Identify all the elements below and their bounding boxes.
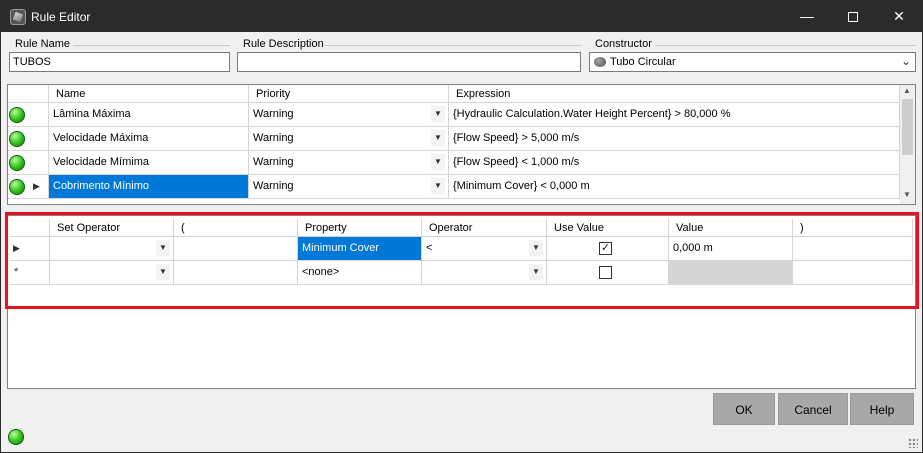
status-ok-icon xyxy=(9,179,25,195)
ok-button[interactable]: OK xyxy=(713,393,775,425)
rule-priority-cell[interactable]: Warning ▼ xyxy=(249,151,449,175)
rule-name-label: Rule Name xyxy=(15,38,71,50)
rule-expression-cell[interactable]: {Hydraulic Calculation.Water Height Perc… xyxy=(449,103,900,127)
rule-priority-value: Warning xyxy=(253,180,294,192)
status-ok-icon xyxy=(9,155,25,171)
rule-description-label: Rule Description xyxy=(243,38,324,50)
status-ok-icon xyxy=(9,107,25,123)
rule-name-cell[interactable]: Lâmina Máxima xyxy=(49,103,249,127)
close-button[interactable]: ✕ xyxy=(876,1,922,32)
status-ok-icon xyxy=(9,131,25,147)
rules-header-expression[interactable]: Expression xyxy=(449,85,900,103)
rules-header-name[interactable]: Name xyxy=(49,85,249,103)
scroll-down-icon[interactable]: ▼ xyxy=(903,190,911,199)
rules-scrollbar[interactable]: ▲ ▼ xyxy=(900,85,915,204)
rule-name-divider xyxy=(73,45,230,46)
rules-grid: Name Priority Expression Lâmina Máxima W… xyxy=(7,84,916,205)
constructor-divider xyxy=(655,45,916,46)
rules-header-priority[interactable]: Priority xyxy=(249,85,449,103)
maximize-icon xyxy=(848,12,858,23)
dropdown-arrow-icon[interactable]: ▼ xyxy=(431,178,445,194)
rule-priority-cell[interactable]: Warning ▼ xyxy=(249,175,449,199)
table-row[interactable]: ▶ xyxy=(8,175,49,199)
scroll-up-icon[interactable]: ▲ xyxy=(903,86,911,95)
rule-name-input[interactable]: TUBOS xyxy=(9,52,230,72)
constructor-select[interactable]: Tubo Circular ⌄ xyxy=(589,52,916,72)
constructor-label: Constructor xyxy=(595,38,652,50)
rule-priority-cell[interactable]: Warning ▼ xyxy=(249,103,449,127)
rule-expression-cell[interactable]: {Flow Speed} < 1,000 m/s xyxy=(449,151,900,175)
rule-description-divider xyxy=(325,45,581,46)
rule-priority-value: Warning xyxy=(253,108,294,120)
resize-grip-icon[interactable] xyxy=(908,438,918,448)
table-row[interactable] xyxy=(8,151,49,175)
dropdown-arrow-icon[interactable]: ▼ xyxy=(431,106,445,122)
scrollbar-thumb[interactable] xyxy=(902,99,913,155)
rule-description-input[interactable] xyxy=(237,52,581,72)
title-bar: Rule Editor — ✕ xyxy=(1,1,922,32)
dropdown-arrow-icon[interactable]: ▼ xyxy=(431,130,445,146)
rule-priority-value: Warning xyxy=(253,156,294,168)
maximize-button[interactable] xyxy=(830,1,876,32)
rule-expression-cell[interactable]: {Minimum Cover} < 0,000 m xyxy=(449,175,900,199)
table-row[interactable] xyxy=(8,103,49,127)
status-ok-icon xyxy=(8,429,24,445)
rule-priority-cell[interactable]: Warning ▼ xyxy=(249,127,449,151)
rule-name-cell[interactable]: Cobrimento Mínimo xyxy=(49,175,249,199)
constructor-value: Tubo Circular xyxy=(610,56,676,68)
rule-editor-window: Rule Editor — ✕ Rule Name TUBOS Rule Des… xyxy=(0,0,923,453)
rule-name-cell[interactable]: Velocidade Mímima xyxy=(49,151,249,175)
current-row-icon: ▶ xyxy=(33,181,40,191)
rule-priority-value: Warning xyxy=(253,132,294,144)
rules-header-corner xyxy=(8,85,49,103)
help-button[interactable]: Help xyxy=(850,393,914,425)
highlight-box xyxy=(5,212,919,309)
app-icon xyxy=(10,9,26,25)
minimize-button[interactable]: — xyxy=(784,1,830,32)
chevron-down-icon: ⌄ xyxy=(900,54,911,68)
window-title: Rule Editor xyxy=(31,10,91,24)
cancel-button[interactable]: Cancel xyxy=(778,393,848,425)
pipe-icon xyxy=(594,57,606,67)
dropdown-arrow-icon[interactable]: ▼ xyxy=(431,154,445,170)
rule-name-cell[interactable]: Velocidade Máxima xyxy=(49,127,249,151)
rule-expression-cell[interactable]: {Flow Speed} > 5,000 m/s xyxy=(449,127,900,151)
table-row[interactable] xyxy=(8,127,49,151)
